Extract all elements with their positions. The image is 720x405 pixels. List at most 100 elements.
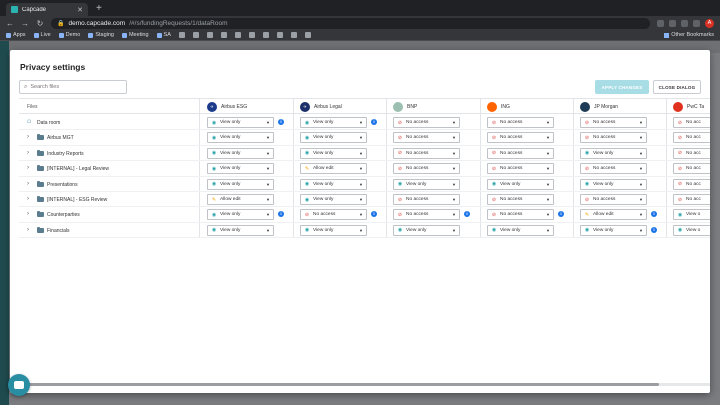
expand-chevron-icon[interactable]: ›: [27, 211, 29, 217]
table-row[interactable]: › Counterparties ◉ View only ▼ i ⊘ No access ▼ i ⊘…: [19, 207, 710, 223]
reload-icon[interactable]: ↻: [36, 19, 44, 28]
other-bookmarks[interactable]: Other Bookmarks: [664, 32, 714, 38]
bookmark-site-icon[interactable]: [192, 32, 199, 38]
access-level-select[interactable]: ◉ View only ▼: [207, 147, 274, 159]
apply-changes-button[interactable]: APPLY CHANGES: [595, 80, 649, 94]
expand-chevron-icon[interactable]: ›: [27, 196, 29, 202]
info-icon[interactable]: i: [371, 211, 377, 218]
url-field[interactable]: 🔒 demo.capcade.com/#/s/fundingRequests/1…: [51, 17, 650, 29]
bookmark-site-icon[interactable]: [178, 32, 185, 38]
access-level-select[interactable]: ◉ View only ▼: [300, 132, 367, 144]
access-level-select[interactable]: ◉ View only ▼: [580, 147, 647, 159]
access-level-select[interactable]: ⊘ No access ▼: [393, 147, 460, 159]
access-level-select[interactable]: ◉View o▼: [673, 209, 710, 221]
table-row[interactable]: › Industry Reports ◉ View only ▼ ◉ View only ▼ ⊘…: [19, 146, 710, 162]
info-icon[interactable]: i: [278, 211, 284, 218]
info-icon[interactable]: i: [651, 226, 657, 233]
bookmark-apps[interactable]: Apps: [6, 32, 26, 38]
close-dialog-button[interactable]: CLOSE DIALOG: [653, 80, 701, 94]
bookmark-site-icon[interactable]: [206, 32, 213, 38]
access-level-select[interactable]: ⊘ No access ▼: [487, 163, 554, 175]
extension-icon[interactable]: [681, 19, 688, 27]
access-level-select[interactable]: ⊘ No access ▼: [393, 163, 460, 175]
access-level-select[interactable]: ◉View o▼: [673, 224, 710, 236]
access-level-select[interactable]: ◉ View only ▼: [207, 132, 274, 144]
expand-chevron-icon[interactable]: ›: [27, 134, 29, 140]
profile-avatar[interactable]: A: [705, 18, 714, 28]
bookmark-site-icon[interactable]: [220, 32, 227, 38]
bookmark-site-icon[interactable]: [262, 32, 269, 38]
access-level-select[interactable]: ⊘ No access ▼: [580, 194, 647, 205]
info-icon[interactable]: i: [558, 211, 564, 218]
table-row[interactable]: › [INTERNAL] - ESG Review ✎ Allow edit ▼ ◉ Vie…: [19, 192, 710, 208]
access-level-select[interactable]: ◉ View only ▼: [300, 117, 367, 128]
access-level-select[interactable]: ⊘ No access ▼: [580, 163, 647, 175]
access-level-select[interactable]: ⊘ No access ▼: [393, 132, 460, 144]
expand-chevron-icon[interactable]: ›: [27, 165, 29, 171]
access-level-select[interactable]: ◉ View only ▼: [207, 163, 274, 175]
access-level-select[interactable]: ⊘No acc▼: [673, 178, 710, 190]
access-level-select[interactable]: ◉ View only ▼: [393, 178, 460, 190]
access-level-select[interactable]: ⊘ No access ▼: [487, 132, 554, 144]
info-icon[interactable]: i: [278, 119, 284, 125]
close-tab-icon[interactable]: ✕: [77, 6, 83, 14]
puzzle-icon[interactable]: [693, 19, 700, 27]
expand-chevron-icon[interactable]: ›: [27, 181, 29, 187]
table-row[interactable]: › [INTERNAL] - Legal Review ◉ View only ▼ ✎ Al…: [19, 161, 710, 177]
access-level-select[interactable]: ⊘ No access ▼: [300, 209, 367, 221]
back-icon[interactable]: ←: [6, 19, 14, 28]
access-level-select[interactable]: ◉ View only ▼: [207, 117, 274, 128]
expand-chevron-icon[interactable]: ›: [27, 227, 29, 233]
access-level-select[interactable]: ◉ View only ▼: [300, 224, 367, 236]
access-level-select[interactable]: ⊘No acc▼: [673, 147, 710, 159]
chat-launcher-button[interactable]: [8, 374, 30, 396]
access-level-select[interactable]: ⊘ No access ▼: [487, 147, 554, 159]
bookmark-site-icon[interactable]: [248, 32, 255, 38]
access-level-select[interactable]: ◉ View only ▼: [207, 224, 274, 236]
access-level-select[interactable]: ◉ View only ▼: [580, 224, 647, 236]
extension-icon[interactable]: [669, 19, 676, 27]
access-level-select[interactable]: ◉ View only ▼: [300, 178, 367, 190]
access-level-select[interactable]: ⊘No acc▼: [673, 132, 710, 144]
bookmark-sa[interactable]: SA: [156, 32, 171, 38]
access-level-select[interactable]: ◉ View only ▼: [487, 178, 554, 190]
browser-tab[interactable]: Capcade ✕: [6, 3, 88, 16]
access-level-select[interactable]: ✎ Allow edit ▼: [580, 209, 647, 221]
access-level-select[interactable]: ⊘No acc▼: [673, 117, 710, 128]
access-level-select[interactable]: ⊘No acc▼: [673, 163, 710, 175]
forward-icon[interactable]: →: [21, 19, 29, 28]
bookmark-site-icon[interactable]: [304, 32, 311, 38]
info-icon[interactable]: i: [464, 211, 470, 218]
access-level-select[interactable]: ⊘No acc▼: [673, 194, 710, 205]
access-level-select[interactable]: ⊘ No access ▼: [580, 132, 647, 144]
access-level-select[interactable]: ✎ Allow edit ▼: [207, 194, 274, 205]
expand-chevron-icon[interactable]: ›: [27, 150, 29, 156]
access-level-select[interactable]: ◉ View only ▼: [487, 224, 554, 236]
table-row[interactable]: ⌂ Data room ◉ View only ▼ i ◉ View only ▼ i ⊘ No ac…: [19, 115, 710, 131]
access-level-select[interactable]: ⊘ No access ▼: [393, 194, 460, 205]
bookmark-site-icon[interactable]: [290, 32, 297, 38]
bookmark-site-icon[interactable]: [234, 32, 241, 38]
table-row[interactable]: › Presentations ◉ View only ▼ ◉ View only ▼ ◉ Vie…: [19, 177, 710, 192]
access-level-select[interactable]: ◉ View only ▼: [393, 224, 460, 236]
access-level-select[interactable]: ◉ View only ▼: [207, 209, 274, 221]
access-level-select[interactable]: ⊘ No access ▼: [487, 117, 554, 128]
access-level-select[interactable]: ✎ Allow edit ▼: [300, 163, 367, 175]
horizontal-scrollbar[interactable]: [19, 383, 710, 386]
access-level-select[interactable]: ⊘ No access ▼: [393, 209, 460, 221]
table-row[interactable]: › Airbus MGT ◉ View only ▼ ◉ View only ▼ ⊘ No acc…: [19, 130, 710, 146]
access-level-select[interactable]: ⊘ No access ▼: [580, 117, 647, 128]
bookmark-meeting[interactable]: Meeting: [121, 32, 149, 38]
new-tab-icon[interactable]: +: [96, 3, 102, 14]
access-level-select[interactable]: ◉ View only ▼: [300, 194, 367, 205]
bookmark-staging[interactable]: Staging: [88, 32, 114, 38]
access-level-select[interactable]: ◉ View only ▼: [207, 178, 274, 190]
search-input[interactable]: [30, 84, 121, 90]
scrollbar-thumb[interactable]: [19, 383, 659, 386]
search-box[interactable]: ⌕: [19, 80, 127, 94]
access-level-select[interactable]: ⊘ No access ▼: [487, 209, 554, 221]
access-level-select[interactable]: ⊘ No access ▼: [393, 117, 460, 128]
access-level-select[interactable]: ◉ View only ▼: [300, 147, 367, 159]
bookmark-live[interactable]: Live: [33, 32, 51, 38]
info-icon[interactable]: i: [371, 119, 377, 125]
